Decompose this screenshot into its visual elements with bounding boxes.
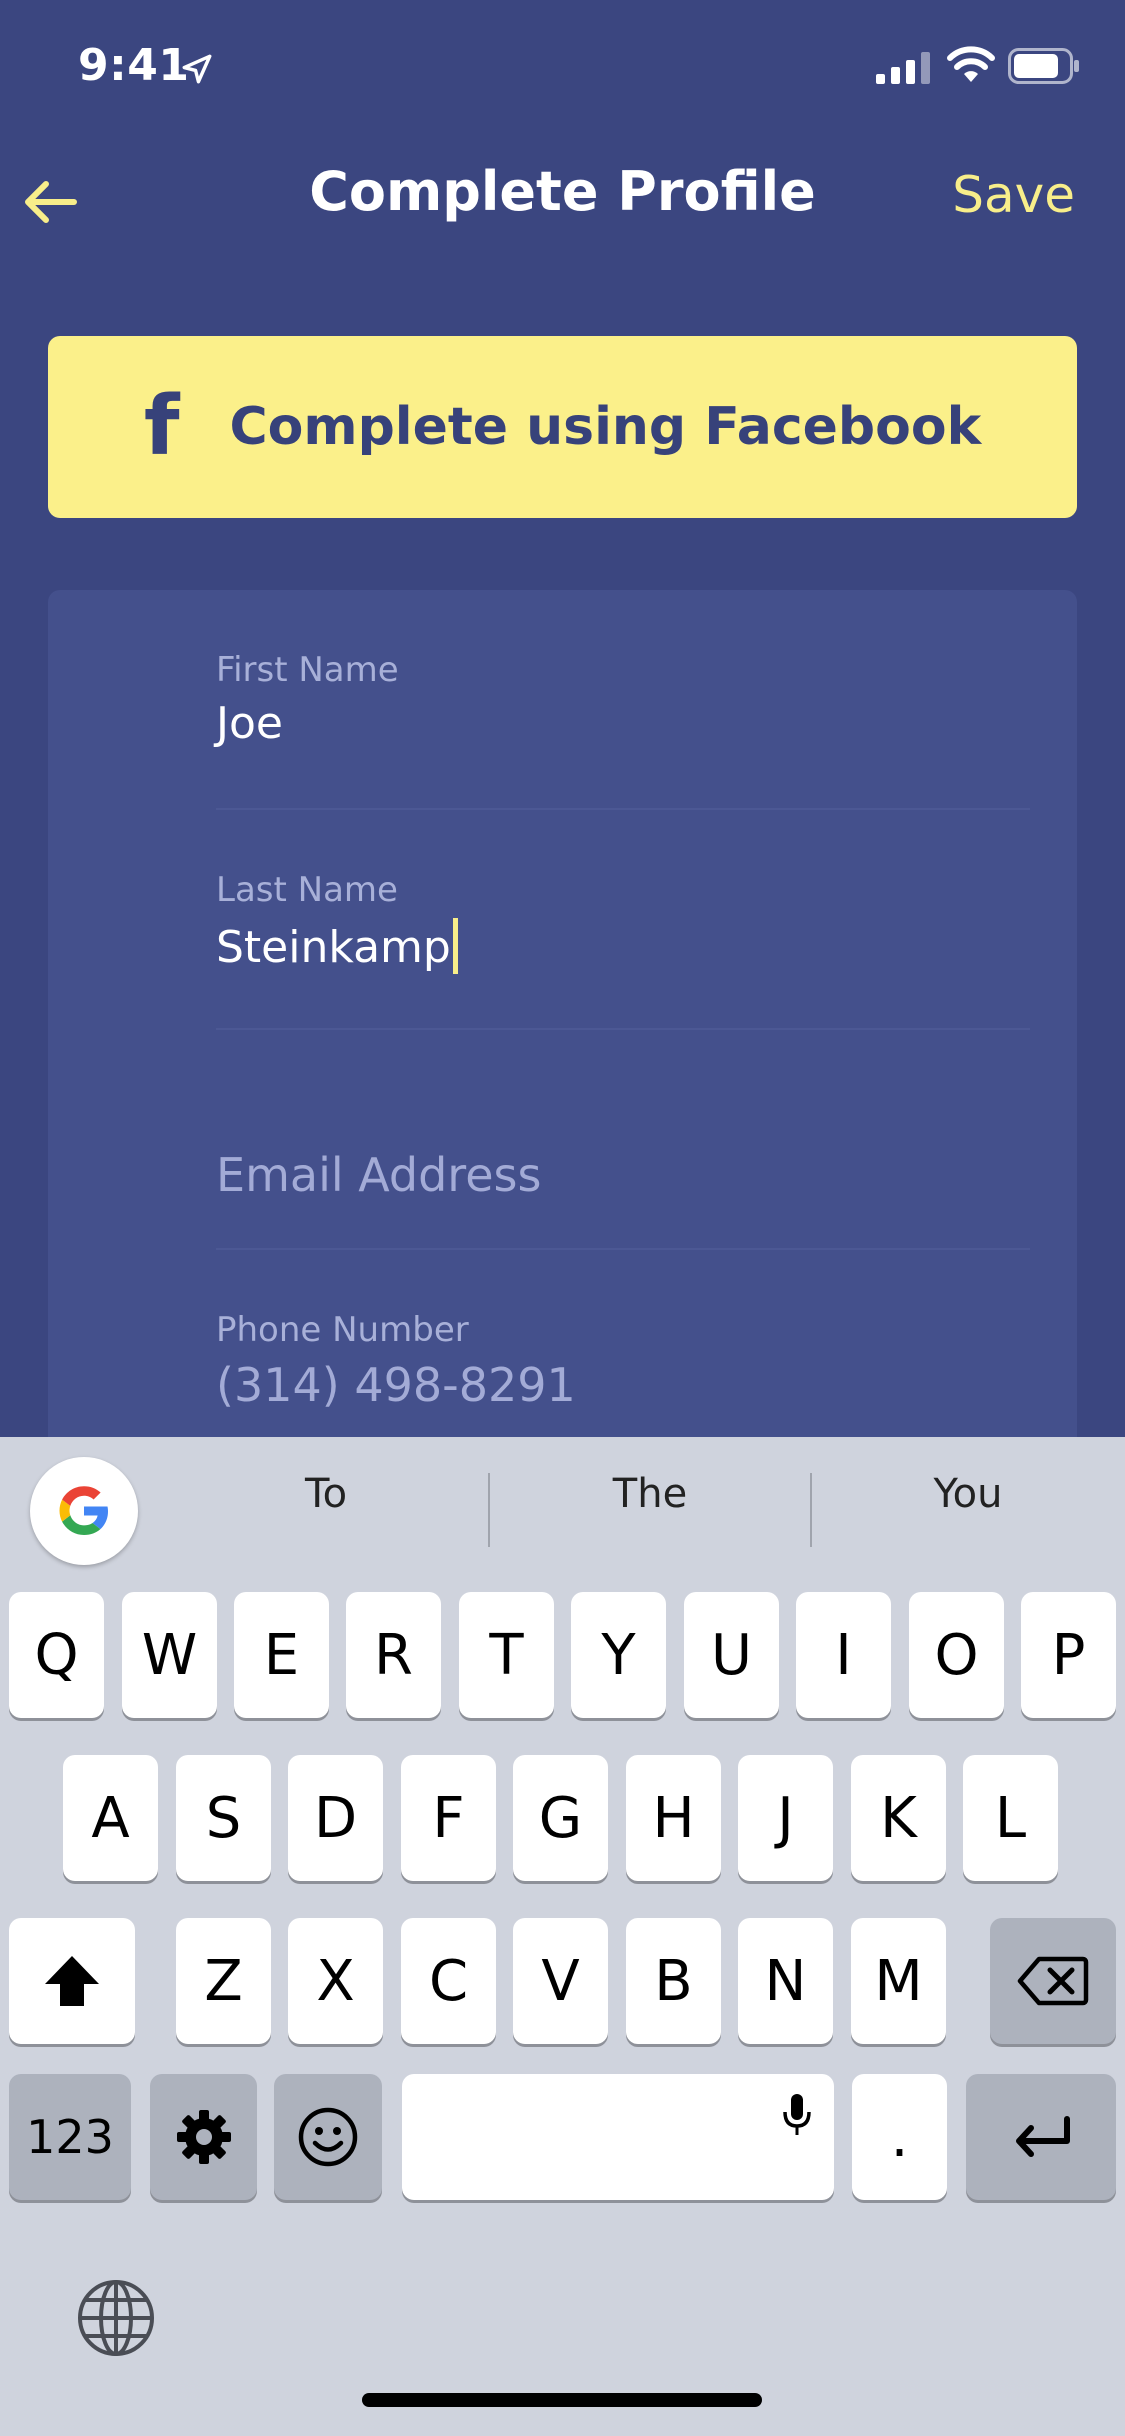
- last-name-value: Steinkamp: [216, 922, 451, 973]
- gear-icon: [176, 2110, 231, 2164]
- return-icon: [1016, 2116, 1070, 2157]
- save-button[interactable]: Save: [952, 166, 1075, 224]
- key-x[interactable]: X: [288, 1918, 383, 2044]
- backspace-icon: [1017, 1956, 1089, 2006]
- location-arrow-icon: [182, 54, 212, 84]
- key-n[interactable]: N: [738, 1918, 833, 2044]
- key-c[interactable]: C: [401, 1918, 496, 2044]
- microphone-icon: [783, 2094, 811, 2135]
- profile-form-card: First Name Joe Last Name Steinkamp Email…: [48, 590, 1077, 1490]
- key-i[interactable]: I: [796, 1592, 891, 1718]
- key-r[interactable]: R: [346, 1592, 441, 1718]
- cellular-signal-icon: [876, 52, 930, 84]
- backspace-key[interactable]: [990, 1918, 1116, 2044]
- key-g[interactable]: G: [513, 1755, 608, 1881]
- key-k[interactable]: K: [851, 1755, 946, 1881]
- first-name-label: First Name: [216, 650, 399, 690]
- key-u[interactable]: U: [684, 1592, 779, 1718]
- text-cursor: [452, 918, 458, 974]
- suggestion-divider: [488, 1473, 490, 1547]
- first-name-value: Joe: [216, 698, 283, 749]
- last-name-field[interactable]: Last Name Steinkamp: [216, 810, 1030, 1030]
- key-m[interactable]: M: [851, 1918, 946, 2044]
- keyboard: To The You Q W E R T Y U I O P A S D F G…: [0, 1437, 1125, 2436]
- return-key[interactable]: [966, 2074, 1116, 2200]
- email-field[interactable]: Email Address: [216, 1030, 1030, 1250]
- emoji-key[interactable]: [274, 2074, 382, 2200]
- key-b[interactable]: B: [626, 1918, 721, 2044]
- first-name-field[interactable]: First Name Joe: [216, 590, 1030, 810]
- shift-icon: [45, 1956, 99, 2006]
- wifi-icon: [947, 46, 995, 82]
- key-a[interactable]: A: [63, 1755, 158, 1881]
- suggestion-divider: [810, 1473, 812, 1547]
- facebook-icon: f: [143, 379, 180, 474]
- status-time: 9:41: [78, 40, 190, 91]
- complete-with-facebook-button[interactable]: f Complete using Facebook: [48, 336, 1077, 518]
- emoji-icon: [298, 2107, 358, 2167]
- key-e[interactable]: E: [234, 1592, 329, 1718]
- key-l[interactable]: L: [963, 1755, 1058, 1881]
- google-icon[interactable]: [30, 1457, 138, 1565]
- key-s[interactable]: S: [176, 1755, 271, 1881]
- shift-key[interactable]: [9, 1918, 135, 2044]
- key-d[interactable]: D: [288, 1755, 383, 1881]
- status-bar: 9:41: [0, 0, 1125, 132]
- key-y[interactable]: Y: [571, 1592, 666, 1718]
- key-p[interactable]: P: [1021, 1592, 1116, 1718]
- last-name-input-wrap: Steinkamp: [216, 918, 458, 974]
- suggestion-3[interactable]: You: [878, 1471, 1058, 1517]
- globe-icon[interactable]: [76, 2278, 156, 2358]
- last-name-label: Last Name: [216, 870, 398, 910]
- battery-icon: [1008, 48, 1079, 84]
- key-j[interactable]: J: [738, 1755, 833, 1881]
- period-key[interactable]: .: [852, 2074, 947, 2200]
- space-key[interactable]: [402, 2074, 834, 2200]
- suggestion-2[interactable]: The: [560, 1471, 740, 1517]
- key-h[interactable]: H: [626, 1755, 721, 1881]
- settings-key[interactable]: [150, 2074, 257, 2200]
- phone-label: Phone Number: [216, 1310, 469, 1350]
- facebook-button-label: Complete using Facebook: [229, 397, 982, 457]
- key-w[interactable]: W: [122, 1592, 217, 1718]
- suggestion-bar: To The You: [0, 1437, 1125, 1579]
- numbers-key[interactable]: 123: [9, 2074, 131, 2200]
- email-placeholder: Email Address: [216, 1148, 542, 1202]
- phone-value: (314) 498-8291: [216, 1358, 576, 1412]
- key-f[interactable]: F: [401, 1755, 496, 1881]
- key-t[interactable]: T: [459, 1592, 554, 1718]
- key-z[interactable]: Z: [176, 1918, 271, 2044]
- suggestion-1[interactable]: To: [236, 1471, 416, 1517]
- key-q[interactable]: Q: [9, 1592, 104, 1718]
- home-indicator[interactable]: [362, 2393, 762, 2407]
- key-v[interactable]: V: [513, 1918, 608, 2044]
- key-o[interactable]: O: [909, 1592, 1004, 1718]
